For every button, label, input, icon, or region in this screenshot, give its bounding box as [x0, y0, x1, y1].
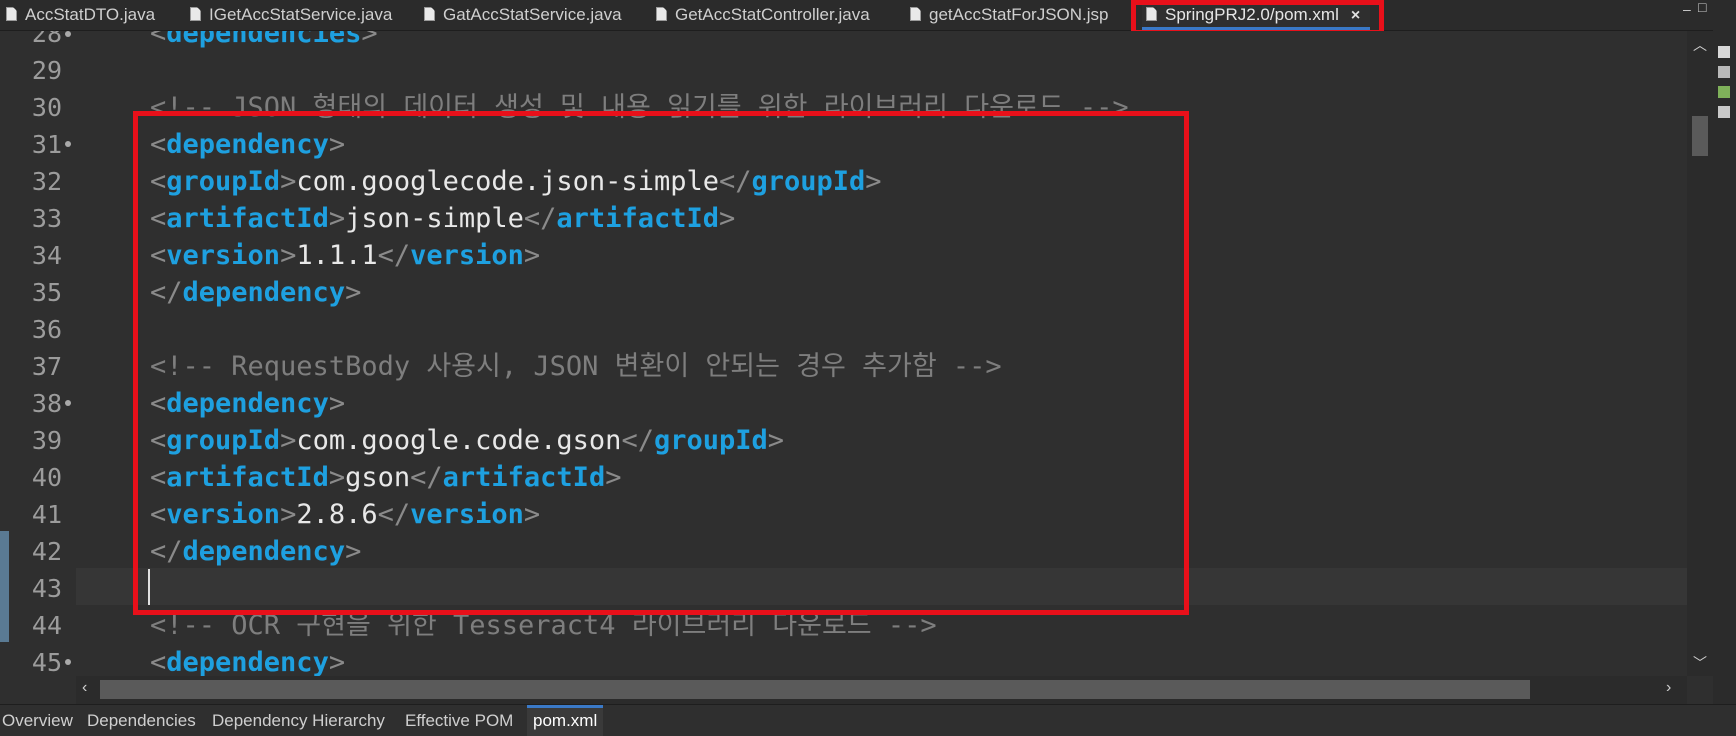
line-number: 44 [31, 611, 62, 640]
tab-pom-xml-source[interactable]: pom.xml [527, 705, 604, 736]
tab-label: IGetAccStatService.java [209, 5, 393, 24]
outline-icon[interactable] [1718, 46, 1730, 58]
minimize-button[interactable]: – [1683, 2, 1691, 16]
line-number: 37 [31, 352, 62, 381]
code-editor[interactable]: 28 29 30 31 32 33 34 35 36 37 38 39 40 4… [0, 31, 1687, 676]
line-number: 30 [31, 93, 62, 122]
line-number: 33 [31, 204, 62, 233]
fold-icon[interactable] [65, 400, 71, 406]
java-file-icon [6, 7, 17, 21]
scroll-down-icon[interactable]: ﹀ [1693, 653, 1707, 673]
line-number: 45 [31, 648, 62, 676]
line-number: 29 [31, 56, 62, 85]
tab-effective-pom[interactable]: Effective POM [405, 705, 513, 736]
line-number: 39 [31, 426, 62, 455]
document-icon[interactable] [1718, 106, 1730, 118]
vertical-scrollbar[interactable]: ︿ ﹀ [1687, 31, 1713, 676]
tab-dependency-hierarchy[interactable]: Dependency Hierarchy [212, 705, 385, 736]
code-line: <dependency> [150, 647, 346, 676]
tab-label: getAccStatForJSON.jsp [929, 5, 1109, 24]
java-file-icon [656, 7, 667, 21]
line-number: 35 [31, 278, 62, 307]
jsp-file-icon [910, 7, 921, 21]
tab-accstatdto[interactable]: AccStatDTO.java [6, 0, 155, 30]
line-number: 40 [31, 463, 62, 492]
fold-icon[interactable] [65, 31, 71, 37]
tab-label: GetAccStatController.java [675, 5, 870, 24]
list-icon[interactable] [1718, 66, 1730, 78]
pom-editor-tabs: Overview Dependencies Dependency Hierarc… [0, 704, 1736, 736]
scroll-up-icon[interactable]: ︿ [1693, 35, 1707, 55]
line-number: 43 [31, 574, 62, 603]
fold-icon[interactable] [65, 141, 71, 147]
scroll-left-icon[interactable]: ‹ [82, 679, 87, 697]
tab-overview[interactable]: Overview [2, 705, 73, 736]
fold-icon[interactable] [65, 659, 71, 665]
line-number: 41 [31, 500, 62, 529]
line-number: 28 [31, 31, 62, 48]
line-number: 32 [31, 167, 62, 196]
line-number: 34 [31, 241, 62, 270]
java-file-icon [424, 7, 435, 21]
line-number: 42 [31, 537, 62, 566]
horizontal-scroll-thumb[interactable] [100, 680, 1530, 699]
line-number: 31 [31, 130, 62, 159]
tab-getaccstatforjson[interactable]: getAccStatForJSON.jsp [910, 0, 1109, 30]
code-line: <dependencies> [150, 31, 378, 49]
editor-tab-bar: AccStatDTO.java IGetAccStatService.java … [0, 0, 1736, 35]
tab-highlight-box [1131, 0, 1384, 35]
right-toolbar [1713, 0, 1736, 710]
scroll-right-icon[interactable]: › [1666, 679, 1671, 697]
tab-label: GatAccStatService.java [443, 5, 622, 24]
tab-gataccstatservice[interactable]: GatAccStatService.java [424, 0, 622, 30]
tasks-icon[interactable] [1718, 86, 1730, 98]
line-number: 36 [31, 315, 62, 344]
java-file-icon [190, 7, 201, 21]
maximize-button[interactable]: □ [1698, 0, 1706, 14]
horizontal-scrollbar[interactable]: ‹ › [76, 676, 1687, 704]
tab-dependencies[interactable]: Dependencies [87, 705, 196, 736]
line-number: 38 [31, 389, 62, 418]
code-highlight-box [133, 111, 1189, 615]
vertical-scroll-thumb[interactable] [1692, 116, 1708, 156]
tab-label: AccStatDTO.java [25, 5, 156, 24]
tab-igetaccstatservice[interactable]: IGetAccStatService.java [190, 0, 392, 30]
tab-getaccstatcontroller[interactable]: GetAccStatController.java [656, 0, 870, 30]
